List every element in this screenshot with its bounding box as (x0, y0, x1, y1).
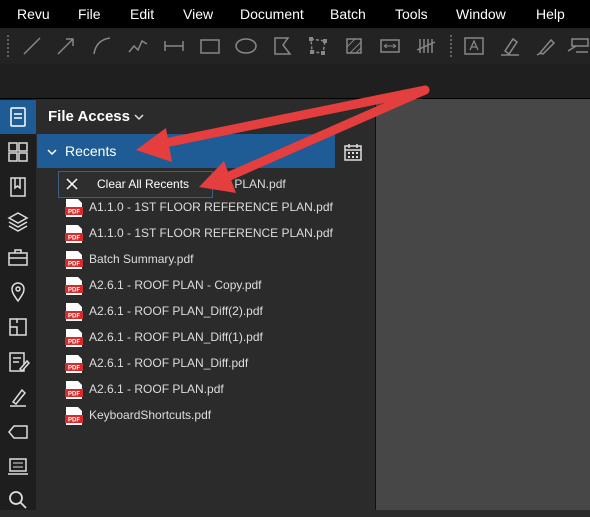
context-menu: Clear All Recents (58, 171, 213, 198)
list-item[interactable]: PDF A1.1.0 - 1ST FLOOR REFERENCE PLAN.pd… (64, 196, 354, 220)
svg-text:PDF: PDF (68, 314, 80, 320)
search-icon[interactable] (6, 488, 30, 512)
svg-text:PDF: PDF (68, 236, 80, 242)
menu-revu[interactable]: Revu (17, 6, 50, 22)
menu-window[interactable]: Window (456, 6, 506, 22)
menu-view[interactable]: View (183, 6, 213, 22)
list-item[interactable]: PDF A2.6.1 - ROOF PLAN_Diff(1).pdf (64, 326, 354, 350)
recents-label: Recents (65, 143, 117, 159)
svg-text:PDF: PDF (68, 210, 80, 216)
highlight-tool-icon[interactable] (496, 32, 524, 60)
list-item[interactable]: PDF A2.6.1 - ROOF PLAN_Diff.pdf (64, 352, 354, 376)
pdf-file-icon: PDF (64, 328, 84, 348)
places-icon[interactable] (6, 280, 30, 304)
pdf-file-icon: PDF (64, 198, 84, 218)
pdf-file-icon: PDF (64, 406, 84, 426)
hatch-tool-icon[interactable] (340, 32, 368, 60)
svg-text:PDF: PDF (68, 392, 80, 398)
text-box-tool-icon[interactable] (460, 32, 488, 60)
list-item[interactable]: PDF KeyboardShortcuts.pdf (64, 404, 354, 428)
length-measure-tool-icon[interactable] (376, 32, 404, 60)
svg-text:PDF: PDF (68, 366, 80, 372)
file-name: A2.6.1 - ROOF PLAN - Copy.pdf (89, 278, 262, 292)
hidden-file-name: NG PLAN.pdf (213, 177, 286, 191)
area-measure-tool-icon[interactable] (304, 32, 332, 60)
rectangle-tool-icon[interactable] (196, 32, 224, 60)
svg-text:PDF: PDF (68, 288, 80, 294)
toolbar-grip-2[interactable] (449, 34, 453, 58)
studio-icon[interactable] (6, 455, 30, 479)
menu-bar: Revu File Edit View Document Batch Tools… (0, 0, 590, 28)
svg-text:PDF: PDF (68, 340, 80, 346)
polygon-tool-icon[interactable] (268, 32, 296, 60)
menu-batch[interactable]: Batch (330, 6, 366, 22)
file-name: Batch Summary.pdf (89, 252, 194, 266)
list-item[interactable]: PDF A2.6.1 - ROOF PLAN_Diff(2).pdf (64, 300, 354, 324)
panel-title[interactable]: File Access (48, 108, 130, 125)
file-name: A1.1.0 - 1ST FLOOR REFERENCE PLAN.pdf (89, 226, 333, 240)
list-item[interactable]: PDF Batch Summary.pdf (64, 248, 354, 272)
file-name: A2.6.1 - ROOF PLAN_Diff(1).pdf (89, 330, 263, 344)
file-name: KeyboardShortcuts.pdf (89, 408, 212, 422)
list-item[interactable]: PDF A2.6.1 - ROOF PLAN - Copy.pdf (64, 274, 354, 298)
ellipse-tool-icon[interactable] (232, 32, 260, 60)
signatures-icon[interactable] (6, 385, 30, 409)
svg-text:PDF: PDF (68, 262, 80, 268)
chevron-down-icon[interactable] (132, 110, 146, 124)
dimension-tool-icon[interactable] (160, 32, 188, 60)
file-access-icon[interactable] (6, 105, 30, 129)
pdf-file-icon: PDF (64, 380, 84, 400)
list-item[interactable]: PDF A2.6.1 - ROOF PLAN.pdf (64, 378, 354, 402)
line-tool-icon[interactable] (18, 32, 46, 60)
tag-icon[interactable] (6, 420, 30, 444)
collapse-chevron-icon[interactable] (46, 145, 58, 157)
menu-tools[interactable]: Tools (395, 6, 428, 22)
callout-tool-icon[interactable] (564, 32, 590, 60)
secondary-toolbar (0, 64, 590, 99)
menu-edit[interactable]: Edit (130, 6, 154, 22)
markups-list-icon[interactable] (6, 350, 31, 374)
pdf-file-icon: PDF (64, 276, 84, 296)
document-canvas[interactable] (376, 99, 590, 510)
clear-all-recents-menu-item[interactable]: Clear All Recents (97, 177, 189, 191)
layers-icon[interactable] (6, 210, 30, 234)
markup-toolbar (0, 28, 590, 64)
menu-help[interactable]: Help (536, 6, 565, 22)
list-item[interactable]: PDF A1.1.0 - 1ST FLOOR REFERENCE PLAN.pd… (64, 222, 354, 246)
arc-tool-icon[interactable] (88, 32, 116, 60)
thumbnails-icon[interactable] (6, 140, 30, 164)
pen-tool-icon[interactable] (532, 32, 560, 60)
bookmarks-icon[interactable] (6, 175, 30, 199)
file-name: A2.6.1 - ROOF PLAN.pdf (89, 382, 224, 396)
pdf-file-icon: PDF (64, 302, 84, 322)
menu-document[interactable]: Document (240, 6, 304, 22)
toolchest-icon[interactable] (6, 245, 30, 269)
pdf-file-icon: PDF (64, 224, 84, 244)
file-name: A2.6.1 - ROOF PLAN_Diff(2).pdf (89, 304, 263, 318)
svg-text:PDF: PDF (68, 418, 80, 424)
file-name: A2.6.1 - ROOF PLAN_Diff.pdf (89, 356, 249, 370)
menu-file[interactable]: File (78, 6, 101, 22)
toolbar-grip[interactable] (6, 34, 10, 58)
polyline-tool-icon[interactable] (124, 32, 152, 60)
arrow-tool-icon[interactable] (52, 32, 80, 60)
file-name: A1.1.0 - 1ST FLOOR REFERENCE PLAN.pdf (89, 200, 333, 214)
pdf-file-icon: PDF (64, 354, 84, 374)
clear-icon (65, 177, 79, 191)
spaces-icon[interactable] (6, 315, 30, 339)
calendar-icon[interactable] (342, 141, 364, 163)
pdf-file-icon: PDF (64, 250, 84, 270)
count-tool-icon[interactable] (412, 32, 440, 60)
